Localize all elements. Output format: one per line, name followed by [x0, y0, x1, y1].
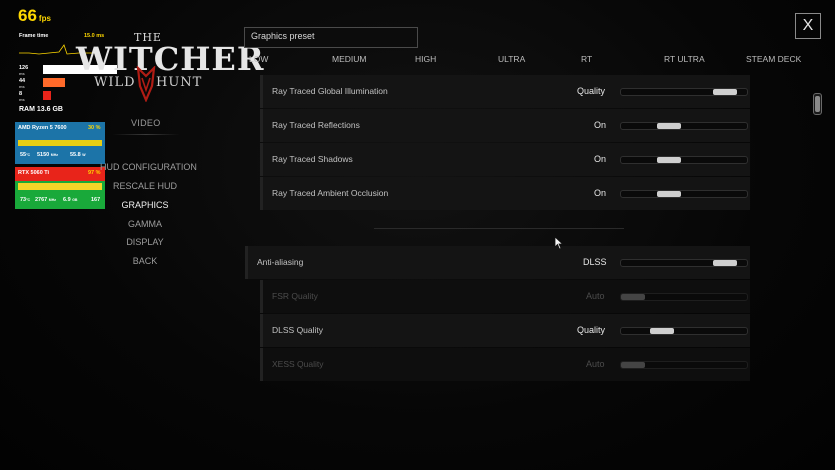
close-button[interactable]: X — [795, 13, 821, 39]
setting-name: DLSS Quality — [272, 325, 324, 335]
graphics-settings-screen: 66 fps Frame time 15.0 ms 126 ms 44 ms 8 … — [0, 0, 835, 470]
setting-row-rt-reflections[interactable]: Ray Traced Reflections On — [260, 109, 750, 142]
setting-value: Quality — [577, 86, 606, 96]
preset-option-rt-ultra[interactable]: RT ULTRA — [664, 54, 705, 64]
setting-value: On — [594, 154, 607, 164]
setting-slider — [620, 361, 748, 369]
setting-row-xess-quality: XESS Quality Auto — [260, 348, 750, 381]
game-logo: THE WITCHER WILD HUNT — [72, 26, 263, 102]
cpu-clock: 5150 MHz — [37, 152, 58, 158]
nav-item-gamma[interactable]: GAMMA — [100, 219, 190, 229]
setting-name: Ray Traced Reflections — [272, 120, 360, 130]
preset-option-low[interactable]: LOW — [249, 54, 268, 64]
row-accent — [260, 348, 263, 381]
slider-thumb[interactable] — [712, 260, 737, 266]
row-accent — [260, 75, 263, 108]
setting-name: Anti-aliasing — [257, 257, 304, 267]
setting-value: On — [594, 188, 607, 198]
gpu-name: RTX 5060 Ti — [18, 170, 50, 176]
nav-item-display[interactable]: DISPLAY — [100, 237, 190, 247]
nav-header-video: VIDEO — [131, 118, 161, 128]
gpu-load-bar — [18, 183, 102, 190]
nav-divider — [112, 134, 180, 135]
cpu-power: 55.8 W — [70, 152, 86, 158]
slider-thumb[interactable] — [656, 157, 681, 163]
frametime-label: Frame time — [19, 33, 49, 39]
slider-thumb — [621, 294, 645, 300]
nav-item-rescale-hud[interactable]: RESCALE HUD — [100, 181, 190, 191]
cpu-temp: 55°C — [20, 152, 31, 158]
graphics-preset-field[interactable]: Graphics preset — [244, 27, 418, 48]
stat-bar — [43, 78, 65, 87]
cpu-load-bar — [18, 140, 102, 146]
setting-row-rt-shadows[interactable]: Ray Traced Shadows On — [260, 143, 750, 176]
gpu-panel: RTX 5060 Ti 97 % 73°C 2767 MHz 6.9 GB 16… — [15, 167, 105, 209]
graphics-preset-label: Graphics preset — [251, 31, 315, 41]
setting-slider[interactable] — [620, 88, 748, 96]
setting-value: Auto — [586, 359, 605, 369]
cpu-name: AMD Ryzen 5 7600 — [18, 125, 67, 131]
gpu-power: 167 — [91, 197, 101, 203]
nav-item-graphics[interactable]: GRAPHICS — [100, 200, 190, 210]
gpu-clock: 2767 MHz — [35, 197, 56, 203]
preset-option-rt[interactable]: RT — [581, 54, 592, 64]
setting-value: On — [594, 120, 607, 130]
setting-name: Ray Traced Ambient Occlusion — [272, 188, 389, 198]
preset-option-high[interactable]: HIGH — [415, 54, 436, 64]
setting-row-rt-ambient-occlusion[interactable]: Ray Traced Ambient Occlusion On — [260, 177, 750, 210]
preset-option-medium[interactable]: MEDIUM — [332, 54, 366, 64]
scrollbar-knob[interactable] — [815, 96, 820, 112]
gpu-temp: 73°C — [20, 197, 31, 203]
nav-item-hud-configuration[interactable]: HUD CONFIGURATION — [100, 162, 197, 172]
row-accent — [260, 280, 263, 313]
section-divider — [374, 228, 624, 229]
setting-slider — [620, 293, 748, 301]
setting-row-fsr-quality: FSR Quality Auto — [260, 280, 750, 313]
setting-slider[interactable] — [620, 156, 748, 164]
row-accent — [260, 177, 263, 210]
preset-options: LOW MEDIUM HIGH ULTRA RT RT ULTRA STEAM … — [240, 54, 810, 68]
setting-name: XESS Quality — [272, 359, 324, 369]
fps-counter: 66 fps — [18, 6, 51, 25]
setting-row-dlss-quality[interactable]: DLSS Quality Quality — [260, 314, 750, 347]
setting-slider[interactable] — [620, 327, 748, 335]
row-accent — [260, 109, 263, 142]
preset-option-steam-deck[interactable]: STEAM DECK — [746, 54, 801, 64]
setting-slider[interactable] — [620, 259, 748, 267]
cpu-load: 30 % — [88, 125, 101, 131]
setting-value: DLSS — [583, 257, 607, 267]
ram-readout: RAM 13.6 GB — [19, 106, 63, 113]
row-accent — [260, 143, 263, 176]
slider-thumb[interactable] — [656, 191, 681, 197]
setting-row-rt-global-illumination[interactable]: Ray Traced Global Illumination Quality — [260, 75, 750, 108]
setting-name: FSR Quality — [272, 291, 318, 301]
gpu-load: 97 % — [88, 170, 101, 176]
slider-thumb[interactable] — [649, 328, 674, 334]
row-accent — [260, 314, 263, 347]
preset-option-ultra[interactable]: ULTRA — [498, 54, 525, 64]
setting-row-anti-aliasing[interactable]: Anti-aliasing DLSS — [245, 246, 750, 279]
slider-thumb — [621, 362, 645, 368]
settings-scrollbar[interactable] — [813, 93, 822, 115]
setting-name: Ray Traced Global Illumination — [272, 86, 388, 96]
mouse-cursor-icon — [554, 236, 564, 250]
slider-thumb[interactable] — [656, 123, 681, 129]
wolf-emblem-icon — [136, 66, 156, 102]
row-accent — [245, 246, 248, 279]
nav-item-back[interactable]: BACK — [100, 256, 190, 266]
setting-slider[interactable] — [620, 122, 748, 130]
stat-bar — [43, 91, 51, 100]
setting-slider[interactable] — [620, 190, 748, 198]
cpu-panel: AMD Ryzen 5 7600 30 % 55°C 5150 MHz 55.8… — [15, 122, 105, 164]
setting-name: Ray Traced Shadows — [272, 154, 353, 164]
setting-value: Auto — [586, 291, 605, 301]
slider-thumb[interactable] — [712, 89, 737, 95]
setting-value: Quality — [577, 325, 606, 335]
gpu-vram: 6.9 GB — [63, 197, 78, 203]
